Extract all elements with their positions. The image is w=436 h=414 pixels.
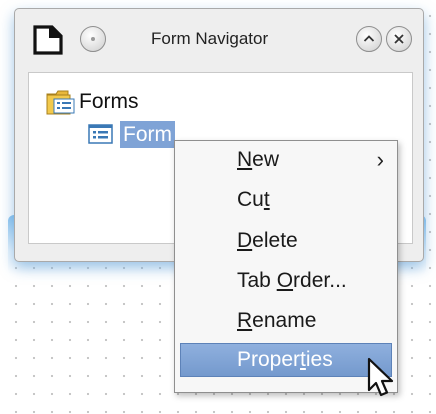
menu-item-tab-order-pre: Tab (237, 269, 277, 292)
menu-item-delete-mnemonic: D (237, 229, 253, 252)
menu-item-new[interactable]: New › (180, 143, 392, 177)
menu-item-tab-order[interactable]: Tab Order... (180, 264, 392, 298)
window-menu-button[interactable] (80, 26, 106, 52)
menu-item-rename[interactable]: Rename (180, 304, 392, 338)
close-icon (394, 34, 404, 44)
menu-item-new-mnemonic: N (237, 148, 253, 171)
window-title: Form Navigator (151, 29, 269, 48)
submenu-arrow-icon: › (376, 147, 384, 172)
forms-folder-icon (46, 90, 75, 115)
menu-item-rename-post: ename (252, 309, 317, 332)
menu-item-cut-pre: Cu (237, 188, 264, 211)
menu-item-properties-pre: Proper (237, 348, 301, 371)
menu-item-cut[interactable]: Cut (180, 183, 392, 217)
mouse-cursor-icon (367, 357, 394, 397)
tree-item-form-label: Form (120, 120, 175, 148)
title-bar[interactable]: Form Navigator (15, 9, 423, 71)
menu-item-properties[interactable]: Properties (180, 343, 392, 377)
context-menu: New › Cut Delete Tab Order... Rename Pro… (174, 140, 398, 393)
tree-item-forms-label: Forms (79, 90, 139, 113)
chevron-up-icon (363, 35, 375, 42)
tree-item-form[interactable]: Form (88, 120, 175, 148)
menu-item-properties-post: ies (305, 348, 333, 371)
menu-item-new-post: ew (252, 148, 280, 171)
menu-item-delete[interactable]: Delete (180, 224, 392, 258)
maximize-button[interactable] (356, 26, 382, 52)
menu-item-cut-mnemonic: t (263, 188, 270, 211)
close-button[interactable] (386, 26, 412, 52)
menu-item-tab-order-post: rder... (293, 269, 347, 292)
form-icon (88, 124, 113, 144)
menu-item-tab-order-mnemonic: O (276, 269, 294, 292)
tree-item-forms[interactable]: Forms (46, 88, 139, 116)
menu-item-rename-mnemonic: R (237, 309, 253, 332)
dot-icon (91, 37, 95, 41)
document-app-icon (33, 25, 63, 55)
menu-item-delete-post: elete (252, 229, 298, 252)
